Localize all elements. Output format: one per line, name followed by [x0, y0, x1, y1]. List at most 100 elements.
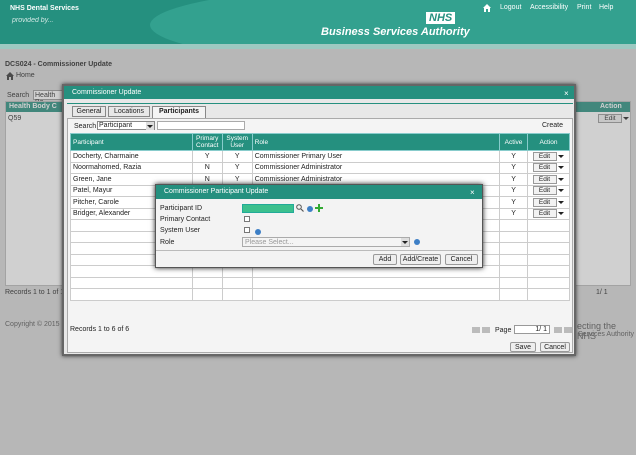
empty-cell: [191, 276, 223, 289]
chevron-down-icon[interactable]: [146, 122, 154, 130]
dialog-cancel-button[interactable]: Cancel: [445, 254, 478, 265]
empty-cell: [499, 265, 529, 278]
chevron-down-icon[interactable]: [557, 186, 565, 195]
empty-cell: [499, 288, 529, 301]
save-button[interactable]: Save: [510, 342, 536, 352]
active-cell: Y: [499, 150, 529, 163]
chevron-down-icon[interactable]: [557, 209, 565, 218]
edit-button[interactable]: Edit: [532, 209, 557, 219]
empty-cell: [221, 288, 253, 301]
chevron-down-icon[interactable]: [557, 198, 565, 207]
edit-button[interactable]: Edit: [532, 163, 557, 173]
close-icon[interactable]: ×: [564, 89, 569, 98]
table-row[interactable]: Docherty, Charmaine Y Y Commissioner Primar…: [70, 150, 570, 163]
add-icon[interactable]: [315, 204, 323, 212]
print-link[interactable]: Print: [577, 4, 591, 11]
empty-cell: [221, 276, 253, 289]
active-cell: Y: [499, 207, 529, 220]
empty-cell: [499, 242, 529, 255]
add-create-button[interactable]: Add/Create: [400, 254, 441, 265]
action-cell: Edit: [527, 150, 570, 163]
edit-button[interactable]: Edit: [532, 186, 557, 196]
home-icon[interactable]: [483, 4, 491, 12]
col-role: Role: [251, 133, 501, 151]
help-link[interactable]: Help: [599, 4, 613, 11]
info-icon[interactable]: [414, 239, 420, 245]
chevron-down-icon[interactable]: [401, 238, 409, 246]
tab-general[interactable]: General: [72, 106, 106, 117]
role-select-placeholder: Please Select...: [245, 239, 294, 246]
empty-cell: [70, 288, 193, 301]
empty-cell: [527, 276, 570, 289]
participant-name-cell: Docherty, Charmaine: [70, 150, 193, 163]
empty-cell: [527, 265, 570, 278]
action-cell: Edit: [527, 207, 570, 220]
edit-button[interactable]: Edit: [532, 151, 557, 161]
chevron-down-icon[interactable]: [557, 163, 565, 172]
page-label: Page: [495, 327, 512, 334]
primary-contact-label: Primary Contact: [160, 216, 211, 223]
accessibility-link[interactable]: Accessibility: [530, 4, 568, 11]
chevron-down-icon[interactable]: [557, 152, 565, 161]
brand-name: NHS Dental Services: [10, 5, 79, 12]
active-cell: Y: [499, 161, 529, 174]
active-cell: Y: [499, 184, 529, 197]
dialog-title: Commissioner Participant Update: [156, 185, 482, 199]
first-page-icon[interactable]: [472, 327, 480, 333]
table-row[interactable]: Noormahomed, Razia N Y Commissioner Adminis…: [70, 161, 570, 174]
participant-update-dialog: Commissioner Participant Update × Partic…: [155, 184, 483, 268]
action-cell: Edit: [527, 184, 570, 197]
dialog-divider: [156, 250, 482, 251]
edit-button[interactable]: Edit: [532, 174, 557, 184]
empty-cell: [191, 288, 223, 301]
chevron-down-icon[interactable]: [557, 175, 565, 184]
empty-cell: [527, 288, 570, 301]
search-icon[interactable]: [296, 204, 304, 212]
bsa-title: Business Services Authority: [321, 26, 470, 38]
empty-cell: [251, 288, 501, 301]
empty-cell: [527, 230, 570, 243]
empty-cell: [527, 219, 570, 232]
participant-id-input[interactable]: [242, 204, 294, 213]
role-select[interactable]: Please Select...: [242, 237, 410, 247]
page-input[interactable]: 1/ 1: [514, 325, 550, 334]
col-system-user: System User: [221, 133, 253, 151]
last-page-icon[interactable]: [564, 327, 572, 333]
empty-cell: [499, 230, 529, 243]
system-user-checkbox[interactable]: [244, 227, 250, 233]
empty-row: [70, 288, 570, 301]
role-cell: Commissioner Primary User: [251, 150, 501, 163]
active-cell: Y: [499, 173, 529, 186]
primary-contact-cell: N: [191, 161, 223, 174]
prev-page-icon[interactable]: [482, 327, 490, 333]
brand-tagline: provided by...: [12, 17, 54, 24]
active-cell: Y: [499, 196, 529, 209]
empty-cell: [251, 276, 501, 289]
participant-id-label: Participant ID: [160, 205, 203, 212]
tab-locations[interactable]: Locations: [108, 106, 150, 117]
empty-cell: [499, 276, 529, 289]
add-button[interactable]: Add: [373, 254, 397, 265]
site-header: NHS Dental Services provided by... NHS B…: [0, 0, 636, 44]
info-icon[interactable]: [255, 229, 261, 235]
next-page-icon[interactable]: [554, 327, 562, 333]
info-icon[interactable]: [307, 206, 313, 212]
action-cell: Edit: [527, 161, 570, 174]
system-user-cell: Y: [221, 150, 253, 163]
col-action: Action: [527, 133, 570, 151]
system-user-label: System User: [160, 227, 201, 234]
col-participant: Participant: [70, 133, 193, 151]
role-label: Role: [160, 239, 175, 246]
logout-link[interactable]: Logout: [500, 4, 521, 11]
participant-search-label: Search: [74, 123, 97, 130]
primary-contact-checkbox[interactable]: [244, 216, 250, 222]
empty-row: [70, 276, 570, 289]
participant-search-select[interactable]: Participant: [97, 121, 155, 130]
participant-search-input[interactable]: [157, 121, 245, 130]
edit-button[interactable]: Edit: [532, 197, 557, 207]
tab-strip: [67, 103, 573, 104]
create-button[interactable]: Create: [542, 122, 563, 129]
close-icon[interactable]: ×: [470, 188, 475, 197]
cancel-button[interactable]: Cancel: [540, 342, 570, 352]
tab-participants[interactable]: Participants: [152, 106, 206, 118]
